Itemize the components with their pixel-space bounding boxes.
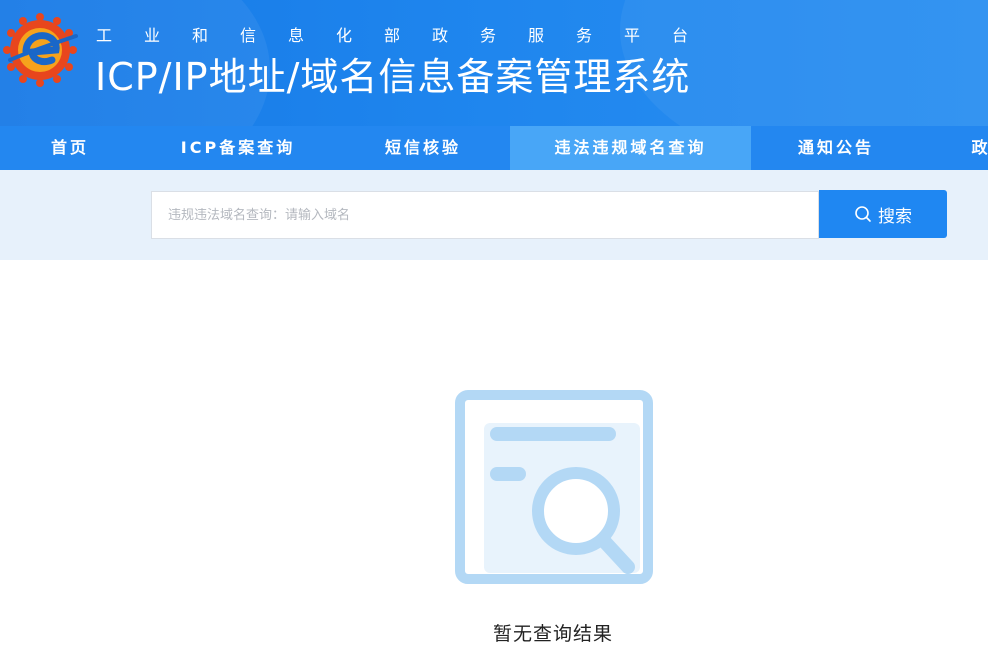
main-nav: 首页 ICP备案查询 短信核验 违法违规域名查询 通知公告 政 <box>0 126 988 170</box>
nav-item-notices[interactable]: 通知公告 <box>751 126 921 170</box>
page-title: ICP/IP地址/域名信息备案管理系统 <box>95 55 691 99</box>
header-subtitle: 工业和信息化部政务服务平台 <box>96 26 721 45</box>
domain-search-input[interactable] <box>151 191 819 239</box>
search-band: 搜索 <box>0 170 988 260</box>
nav-item-icp-query[interactable]: ICP备案查询 <box>140 126 336 170</box>
search-button[interactable]: 搜索 <box>819 190 947 238</box>
search-button-label: 搜索 <box>878 206 912 226</box>
nav-item-gov[interactable]: 政 <box>921 126 988 170</box>
search-document-icon <box>455 390 653 584</box>
empty-result-message: 暂无查询结果 <box>492 623 613 645</box>
miit-logo-icon[interactable] <box>2 12 78 88</box>
nav-item-illegal-domain-query[interactable]: 违法违规域名查询 <box>510 126 751 170</box>
nav-item-sms-verify[interactable]: 短信核验 <box>336 126 510 170</box>
nav-item-home[interactable]: 首页 <box>0 126 140 170</box>
search-icon <box>855 206 871 222</box>
site-header: 工业和信息化部政务服务平台 ICP/IP地址/域名信息备案管理系统 <box>0 0 988 126</box>
